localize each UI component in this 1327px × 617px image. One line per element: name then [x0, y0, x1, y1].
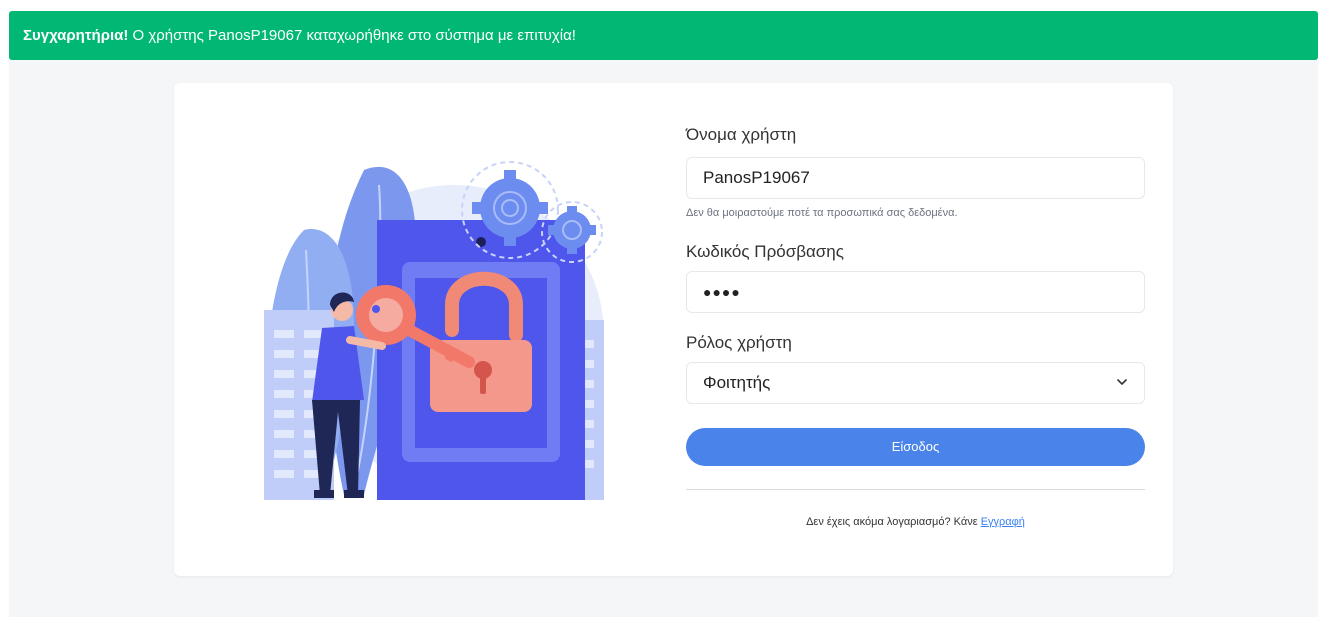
username-help-text: Δεν θα μοιραστούμε ποτέ τα προσωπικά σας…: [686, 207, 958, 219]
role-selected-value: Φοιτητής: [703, 373, 771, 392]
login-illustration: [264, 161, 604, 500]
role-label: Ρόλος χρήστη: [686, 333, 792, 352]
signup-text: Δεν έχεις ακόμα λογαριασμό? Κάνε: [806, 516, 978, 528]
success-alert: Συγχαρητήρια! Ο χρήστης PanosP19067 κατα…: [9, 11, 1318, 60]
alert-strong-text: Συγχαρητήρια!: [23, 27, 129, 44]
login-button[interactable]: Είσοδος: [686, 428, 1145, 466]
password-input[interactable]: ●●●●: [686, 271, 1145, 313]
form-divider: [686, 489, 1145, 490]
chevron-down-icon: [1116, 363, 1128, 419]
alert-message: Ο χρήστης PanosP19067 καταχωρήθηκε στο σ…: [132, 27, 576, 44]
role-select[interactable]: Φοιτητής: [686, 362, 1145, 404]
password-label: Κωδικός Πρόσβασης: [686, 242, 844, 261]
username-input[interactable]: PanosP19067: [686, 157, 1145, 199]
signup-link[interactable]: Εγγραφή: [981, 516, 1025, 528]
signup-prompt: Δεν έχεις ακόμα λογαριασμό? Κάνε Εγγραφή: [686, 516, 1145, 528]
username-label: Όνομα χρήστη: [686, 125, 797, 144]
